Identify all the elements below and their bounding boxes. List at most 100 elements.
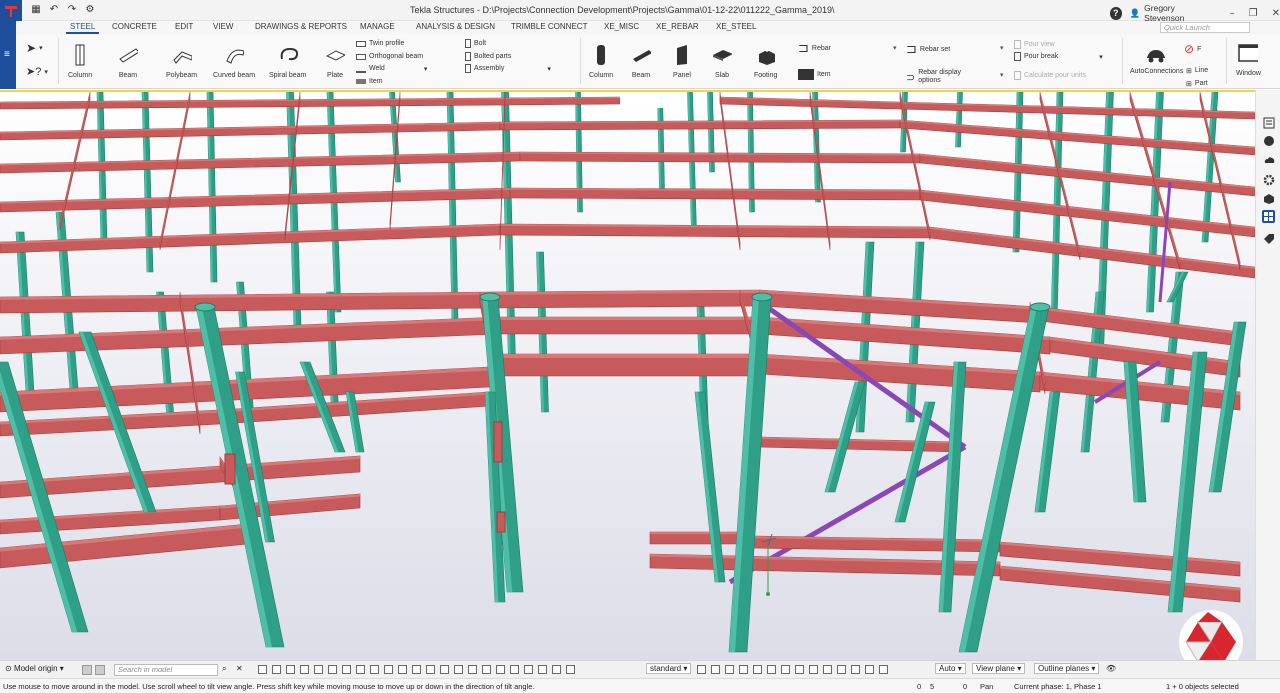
maximize-icon[interactable]: ❐: [1249, 8, 1258, 19]
side-menu-toggle[interactable]: ≡: [0, 21, 16, 89]
plate-button[interactable]: Plate: [325, 44, 345, 80]
tekla-logo[interactable]: [0, 0, 22, 21]
snap-reference-lines-switch[interactable]: [697, 665, 706, 674]
f-button[interactable]: ⊘ F: [1184, 42, 1201, 56]
tab-xe-misc[interactable]: XE_MISC: [604, 22, 639, 31]
pour-break-button[interactable]: Pour break ▾: [1014, 51, 1103, 62]
snap-line-extensions-switch[interactable]: [809, 665, 818, 674]
rebar-set-dropdown[interactable]: ▾: [1000, 44, 1004, 52]
select-pour-switch[interactable]: [538, 665, 547, 674]
tag-icon[interactable]: [1262, 232, 1275, 245]
link-icon[interactable]: [1262, 134, 1275, 147]
select-all-switch[interactable]: [258, 665, 267, 674]
tab-steel[interactable]: STEEL: [65, 22, 100, 34]
tab-concrete[interactable]: CONCRETE: [112, 22, 157, 31]
beam-flange-67[interactable]: [500, 354, 760, 358]
select-views-switch[interactable]: [328, 665, 337, 674]
snap-center-switch[interactable]: [753, 665, 762, 674]
cube-icon[interactable]: [1262, 192, 1275, 205]
tab-drawings-reports[interactable]: DRAWINGS & REPORTS: [255, 22, 347, 31]
snap-arc-switch[interactable]: [865, 665, 874, 674]
slab-button[interactable]: Slab: [712, 44, 732, 80]
model-origin-select[interactable]: ⊙ Model origin ▾: [5, 664, 64, 673]
select-distance-switch[interactable]: [496, 665, 505, 674]
connection-plate-3[interactable]: [496, 511, 506, 533]
tab-xe-rebar[interactable]: XE_REBAR: [656, 22, 699, 31]
select-welds-switch[interactable]: [300, 665, 309, 674]
snap-perpendicular-switch[interactable]: [795, 665, 804, 674]
pour-view-button[interactable]: Pour view: [1014, 39, 1055, 50]
assembly-button[interactable]: Assembly ▾: [465, 63, 551, 74]
tab-trimble-connect[interactable]: TRIMBLE CONNECT: [511, 22, 587, 31]
property-pane-icon[interactable]: [1262, 116, 1275, 129]
steel-beam-button[interactable]: Beam: [118, 44, 138, 80]
snap-grid-switch[interactable]: [879, 665, 888, 674]
footing-button[interactable]: Footing: [754, 44, 777, 80]
select-seams-switch[interactable]: [440, 665, 449, 674]
beam-flange-81[interactable]: [650, 532, 740, 535]
select-gridlines-switch[interactable]: [384, 665, 393, 674]
redo-icon[interactable]: ↷: [66, 4, 78, 16]
work-plane-button[interactable]: [82, 665, 92, 675]
rebar-set-button[interactable]: ⊐ Rebar set: [906, 41, 950, 57]
select-rebars-switch[interactable]: [454, 665, 463, 674]
select-grids-switch[interactable]: [370, 665, 379, 674]
spiral-beam-button[interactable]: Spiral beam: [269, 44, 306, 80]
polybeam-button[interactable]: Polybeam: [166, 44, 197, 80]
rebar-dropdown[interactable]: ▾: [893, 44, 897, 52]
cloud-icon[interactable]: [1262, 153, 1275, 166]
search-in-model-input[interactable]: Search in model: [114, 664, 218, 676]
snap-geometry-lines-switch[interactable]: [711, 665, 720, 674]
query-tool-button[interactable]: ➤? ▾: [26, 66, 48, 78]
select-surfaces-switch[interactable]: [286, 665, 295, 674]
search-icon[interactable]: ⌕: [222, 664, 226, 674]
applications-icon[interactable]: [1262, 210, 1275, 223]
select-tool-button[interactable]: ➤ ▾: [26, 41, 43, 55]
outline-planes-select[interactable]: Outline planes ▾: [1034, 663, 1100, 674]
auto-select[interactable]: Auto ▾: [935, 663, 966, 674]
select-assembly-switch[interactable]: [510, 665, 519, 674]
settings-icon[interactable]: ⚙: [84, 4, 96, 16]
select-details-switch[interactable]: [426, 665, 435, 674]
concrete-beam-button[interactable]: Beam: [631, 44, 651, 80]
help-icon[interactable]: ?: [1110, 6, 1122, 20]
select-cuts-switch[interactable]: [314, 665, 323, 674]
undo-icon[interactable]: ↶: [48, 4, 60, 16]
select-area-switch[interactable]: [566, 665, 575, 674]
twin-profile-button[interactable]: Twin profile: [356, 38, 404, 49]
tab-view[interactable]: VIEW: [213, 22, 233, 31]
part-button[interactable]: ⊞ Part: [1186, 78, 1208, 89]
snap-intersections-switch[interactable]: [781, 665, 790, 674]
save-icon[interactable]: ▦: [30, 4, 42, 16]
snap-midpoints-switch[interactable]: [767, 665, 776, 674]
visibility-icon[interactable]: 👁: [1106, 664, 1116, 673]
line-button[interactable]: ⊞ Line: [1186, 65, 1208, 76]
select-loads-switch[interactable]: [468, 665, 477, 674]
beam-flange-63[interactable]: [500, 317, 760, 321]
rebar-display-dropdown[interactable]: ▾: [1000, 71, 1004, 79]
steel-column-button[interactable]: Column: [68, 44, 92, 80]
model-viewport[interactable]: [0, 90, 1255, 660]
tab-edit[interactable]: EDIT: [175, 22, 193, 31]
concrete-item-button[interactable]: Item: [798, 66, 831, 82]
select-parts-switch[interactable]: [272, 665, 281, 674]
rebar-display-options-button[interactable]: ⊃ Rebar display options: [906, 67, 970, 87]
tab-analysis-design[interactable]: ANALYSIS & DESIGN: [416, 22, 495, 31]
3d-model-view[interactable]: [0, 92, 1255, 660]
close-icon[interactable]: ✕: [1272, 8, 1280, 19]
select-plane-switch[interactable]: [482, 665, 491, 674]
select-reference-switch[interactable]: [398, 665, 407, 674]
quick-launch-input[interactable]: Quick Launch: [1160, 22, 1250, 33]
user-menu[interactable]: 👤 Gregory Stevenson: [1130, 3, 1208, 23]
snap-lines-switch[interactable]: [851, 665, 860, 674]
select-bolts-switch[interactable]: [342, 665, 351, 674]
clear-search-icon[interactable]: ✕: [236, 664, 243, 673]
select-components-switch[interactable]: [412, 665, 421, 674]
rebar-button[interactable]: ⊐ Rebar: [798, 40, 831, 56]
steel-item-button[interactable]: Item: [356, 76, 383, 87]
select-crossing-switch[interactable]: [552, 665, 561, 674]
minimize-icon[interactable]: –: [1230, 8, 1235, 19]
bolted-parts-button[interactable]: Bolted parts: [465, 51, 511, 62]
gear-icon[interactable]: [1262, 173, 1275, 186]
tab-xe-steel[interactable]: XE_STEEL: [716, 22, 756, 31]
